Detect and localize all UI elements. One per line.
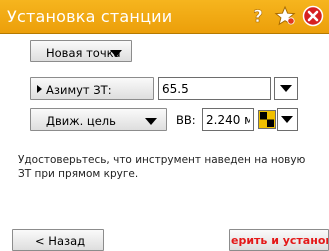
- azimuth-field[interactable]: [158, 77, 271, 100]
- triangle-right-icon: [37, 85, 42, 93]
- close-icon[interactable]: [302, 5, 324, 27]
- move-method-value: Движ. цель: [46, 114, 116, 128]
- measure-and-set-button[interactable]: ерить и установ: [229, 229, 329, 251]
- measure-and-set-label: ерить и установ: [231, 234, 329, 247]
- height-field[interactable]: [202, 108, 254, 131]
- azimuth-dropdown-button[interactable]: [274, 77, 298, 100]
- height-input[interactable]: [203, 109, 253, 130]
- chevron-down-icon: [280, 85, 292, 92]
- point-type-dropdown[interactable]: Новая точка: [30, 40, 132, 62]
- chevron-down-icon: [145, 118, 157, 125]
- svg-text:?: ?: [253, 7, 263, 27]
- back-button-label: < Назад: [35, 234, 86, 248]
- window-title: Установка станции: [7, 7, 173, 26]
- move-method-dropdown[interactable]: Движ. цель: [30, 108, 167, 131]
- title-bar: Установка станции ?: [0, 0, 329, 34]
- favorite-star-icon[interactable]: [274, 5, 296, 27]
- back-button[interactable]: < Назад: [12, 229, 104, 251]
- chevron-down-icon: [281, 116, 293, 123]
- target-icon[interactable]: [258, 110, 276, 129]
- azimuth-input[interactable]: [159, 78, 270, 99]
- instruction-message: Удостоверьтесь, что инструмент наведен н…: [18, 154, 306, 180]
- help-icon[interactable]: ?: [247, 5, 269, 27]
- azimuth-mode-button[interactable]: Азимут ЗТ:: [30, 77, 154, 100]
- target-dropdown-button[interactable]: [277, 108, 298, 131]
- azimuth-label: Азимут ЗТ:: [46, 83, 112, 97]
- height-label: ВВ:: [176, 113, 196, 127]
- chevron-down-icon: [110, 50, 122, 57]
